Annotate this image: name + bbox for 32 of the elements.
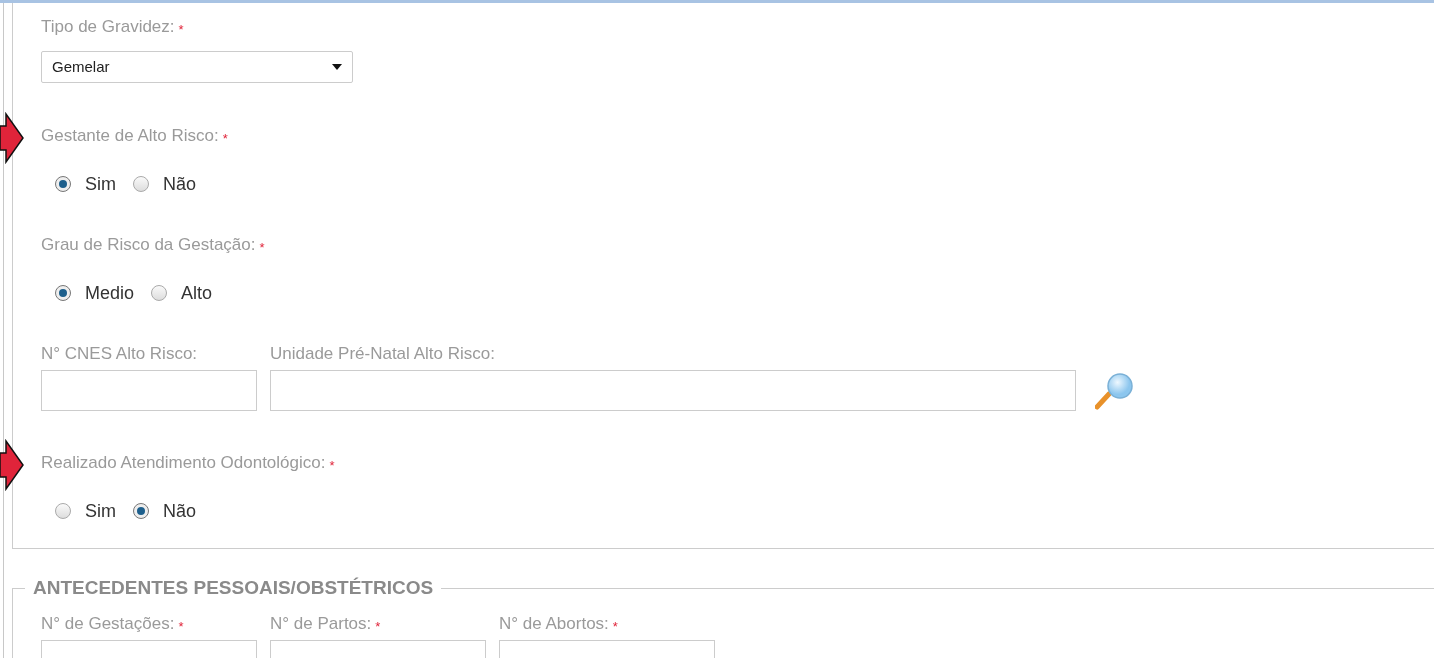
input-field[interactable] (41, 370, 257, 411)
radio-label: Não (163, 173, 197, 195)
radio-button[interactable] (55, 503, 71, 519)
field-label: Realizado Atendimento Odontológico: (41, 453, 326, 473)
field-label: N° de Gestações: (41, 614, 175, 634)
field-label: Gestante de Alto Risco: (41, 126, 219, 146)
field-label: N° de Partos: (270, 614, 372, 634)
field-label: N° de Abortos: (499, 614, 609, 634)
required-mark: * (259, 239, 265, 257)
radio-button[interactable] (55, 176, 71, 192)
field-label: N° CNES Alto Risco: (41, 344, 198, 364)
dropdown-field[interactable]: Gemelar (41, 51, 353, 83)
radio-label: Sim (85, 500, 116, 522)
radio-label: Não (163, 500, 197, 522)
radio-label: Medio (85, 282, 135, 304)
radio-label: Sim (85, 173, 116, 195)
required-mark: * (375, 618, 381, 636)
field-label: Grau de Risco da Gestação: (41, 235, 256, 255)
required-mark: * (222, 130, 228, 148)
radio-button[interactable] (151, 285, 168, 301)
field-label: Unidade Pré-Natal Alto Risco: (270, 344, 495, 364)
required-mark: * (329, 457, 335, 475)
radio-button[interactable] (55, 285, 71, 301)
radio-button[interactable] (133, 503, 149, 519)
field-label: Tipo de Gravidez: (41, 17, 175, 37)
radio-label: Alto (181, 282, 213, 304)
radio-button[interactable] (133, 176, 149, 192)
required-mark: * (178, 618, 184, 636)
input-field[interactable] (270, 370, 1076, 411)
caret-icon (332, 64, 342, 70)
required-mark: * (612, 618, 618, 636)
required-mark: * (178, 21, 184, 39)
